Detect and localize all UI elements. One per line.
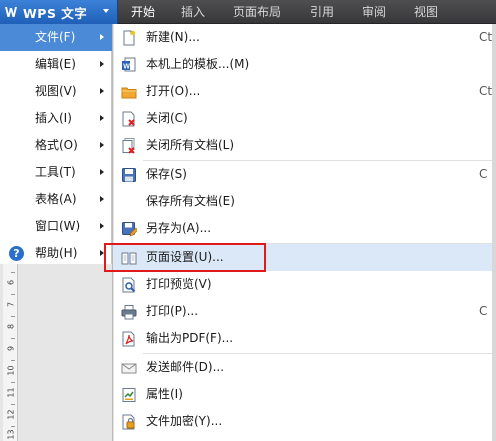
- main-menu: 文件(F) 编辑(E) 视图(V) 插入(I) 格式(O) 工具(T) 表格(A…: [0, 24, 112, 264]
- send-mail-icon: [121, 360, 137, 376]
- app-menu-button[interactable]: WPS 文字: [0, 0, 118, 24]
- menu-item-label: 编辑(E): [35, 57, 76, 71]
- tab-page-layout[interactable]: 页面布局: [218, 0, 296, 24]
- file-submenu: 新建(N)... Ct W 本机上的模板...(M) 打开(O)... Ct 关…: [112, 24, 496, 441]
- menu-item-page-setup[interactable]: 页面设置(U)...: [113, 244, 496, 271]
- printer-icon: [121, 304, 137, 320]
- save-icon: [121, 167, 137, 183]
- menu-item-label: 帮助(H): [35, 246, 78, 260]
- menu-item-format[interactable]: 格式(O): [0, 132, 112, 159]
- menu-item-save[interactable]: 保存(S) C: [113, 161, 496, 188]
- chevron-right-icon: [100, 142, 104, 148]
- ruler-number: 8: [6, 323, 16, 330]
- menu-item-edit[interactable]: 编辑(E): [0, 51, 112, 78]
- close-document-icon: [121, 111, 137, 127]
- menu-item-encrypt-file[interactable]: 文件加密(Y)...: [113, 408, 496, 435]
- template-icon: W: [121, 57, 137, 73]
- new-document-icon: [121, 30, 137, 46]
- print-preview-icon: [121, 277, 137, 293]
- save-as-icon: [121, 221, 139, 237]
- encrypt-file-icon: [121, 414, 137, 430]
- menu-item-label: 工具(T): [35, 165, 76, 179]
- chevron-right-icon: [100, 115, 104, 121]
- ruler-number: 11: [6, 387, 16, 398]
- menu-item-save-as[interactable]: 另存为(A)...: [113, 215, 496, 242]
- menu-item-export-pdf[interactable]: 输出为PDF(F)...: [113, 325, 496, 352]
- menu-item-label: 插入(I): [35, 111, 72, 125]
- menu-item-new[interactable]: 新建(N)... Ct: [113, 24, 496, 51]
- ribbon-tabs: 开始 插入 页面布局 引用 审阅 视图: [118, 0, 452, 24]
- menu-item-label: 窗口(W): [35, 219, 81, 233]
- menu-item-label: 文件(F): [35, 30, 76, 44]
- menu-item-label: 格式(O): [35, 138, 78, 152]
- vertical-ruler[interactable]: 6 7 8 9 10 11 12 13: [3, 264, 18, 441]
- menu-item-local-templates[interactable]: W 本机上的模板...(M): [113, 51, 496, 78]
- menu-item-label: 表格(A): [35, 192, 77, 206]
- chevron-right-icon: [100, 169, 104, 175]
- svg-text:W: W: [123, 64, 130, 71]
- pdf-export-icon: [121, 331, 137, 347]
- page-setup-icon: [121, 250, 137, 266]
- menu-item-close-all[interactable]: 关闭所有文档(L): [113, 132, 496, 159]
- tab-references[interactable]: 引用: [296, 0, 348, 24]
- menu-item-table[interactable]: 表格(A): [0, 186, 112, 213]
- chevron-down-icon: [103, 9, 109, 13]
- menu-item-properties[interactable]: 属性(I): [113, 381, 496, 408]
- menu-item-tools[interactable]: 工具(T): [0, 159, 112, 186]
- chevron-right-icon: [100, 250, 104, 256]
- menu-item-close[interactable]: 关闭(C): [113, 105, 496, 132]
- tab-home[interactable]: 开始: [118, 0, 168, 24]
- ruler-number: 6: [6, 279, 16, 286]
- menu-item-label: 视图(V): [35, 84, 77, 98]
- close-all-documents-icon: [121, 138, 137, 154]
- scrollbar-edge[interactable]: [492, 24, 496, 441]
- top-bar: WPS 文字 开始 插入 页面布局 引用 审阅 视图: [0, 0, 496, 24]
- menu-item-help[interactable]: ? 帮助(H): [0, 240, 112, 267]
- menu-item-window[interactable]: 窗口(W): [0, 213, 112, 240]
- ruler-number: 13: [6, 429, 16, 440]
- ruler-number: 12: [6, 409, 16, 420]
- tab-insert[interactable]: 插入: [168, 0, 218, 24]
- menu-item-print[interactable]: 打印(P)... C: [113, 298, 496, 325]
- menu-item-file[interactable]: 文件(F): [0, 24, 112, 51]
- chevron-right-icon: [100, 88, 104, 94]
- ruler-number: 10: [6, 365, 16, 376]
- tab-view[interactable]: 视图: [400, 0, 452, 24]
- app-name: WPS 文字: [23, 5, 88, 21]
- menu-item-open[interactable]: 打开(O)... Ct: [113, 78, 496, 105]
- ruler-number: 7: [6, 301, 16, 308]
- chevron-right-icon: [100, 61, 104, 67]
- document-margin-area: 6 7 8 9 10 11 12 13: [0, 264, 112, 441]
- menu-item-send-mail[interactable]: 发送邮件(D)...: [113, 354, 496, 381]
- ruler-number: 9: [6, 345, 16, 352]
- chevron-right-icon: [100, 196, 104, 202]
- properties-icon: [121, 387, 137, 403]
- open-folder-icon: [121, 84, 137, 100]
- help-icon: ?: [9, 246, 24, 261]
- menu-item-insert[interactable]: 插入(I): [0, 105, 112, 132]
- chevron-right-icon: [100, 223, 104, 229]
- tab-review[interactable]: 审阅: [348, 0, 400, 24]
- wps-w-logo-icon: [4, 5, 18, 19]
- menu-item-print-preview[interactable]: 打印预览(V): [113, 271, 496, 298]
- menu-item-save-all[interactable]: 保存所有文档(E): [113, 188, 496, 215]
- chevron-right-icon: [100, 34, 104, 40]
- menu-item-view[interactable]: 视图(V): [0, 78, 112, 105]
